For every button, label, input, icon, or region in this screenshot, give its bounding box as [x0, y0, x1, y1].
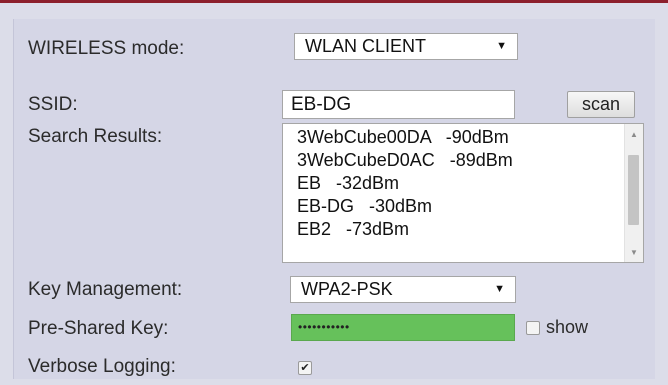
verbose-logging-label: Verbose Logging: [28, 356, 176, 377]
scan-button[interactable]: scan [567, 91, 635, 118]
chevron-down-icon: ▼ [494, 283, 505, 295]
list-item[interactable]: EB -32dBm [297, 172, 513, 195]
search-results-items: 3WebCube00DA -90dBm 3WebCubeD0AC -89dBm … [297, 126, 513, 241]
list-scrollbar[interactable]: ▲ ▼ [624, 124, 643, 262]
key-management-label: Key Management: [28, 279, 183, 300]
list-item[interactable]: EB-DG -30dBm [297, 195, 513, 218]
checkmark-icon: ✔ [300, 362, 310, 374]
list-item[interactable]: 3WebCubeD0AC -89dBm [297, 149, 513, 172]
wireless-mode-select[interactable]: WLAN CLIENT ▼ [294, 33, 518, 60]
chevron-down-icon: ▼ [496, 40, 507, 52]
list-item[interactable]: EB2 -73dBm [297, 218, 513, 241]
show-label: show [546, 317, 589, 337]
key-management-select[interactable]: WPA2-PSK ▼ [290, 276, 516, 303]
psk-input[interactable]: ••••••••••• [291, 314, 515, 341]
show-checkbox[interactable] [526, 321, 540, 335]
list-item[interactable]: 3WebCube00DA -90dBm [297, 126, 513, 149]
psk-label: Pre-Shared Key: [28, 318, 169, 339]
verbose-logging-checkbox[interactable]: ✔ [298, 361, 312, 375]
scroll-up-arrow-icon[interactable]: ▲ [625, 126, 643, 143]
ssid-input[interactable]: EB-DG [282, 90, 515, 119]
key-management-value: WPA2-PSK [301, 279, 393, 299]
scroll-thumb[interactable] [628, 155, 639, 225]
search-results-list[interactable]: 3WebCube00DA -90dBm 3WebCubeD0AC -89dBm … [282, 123, 644, 263]
ssid-label: SSID: [28, 94, 78, 115]
search-results-label: Search Results: [28, 126, 163, 147]
scroll-down-arrow-icon[interactable]: ▼ [625, 244, 643, 261]
wireless-mode-value: WLAN CLIENT [305, 36, 427, 56]
wireless-mode-label: WIRELESS mode: [28, 38, 185, 59]
